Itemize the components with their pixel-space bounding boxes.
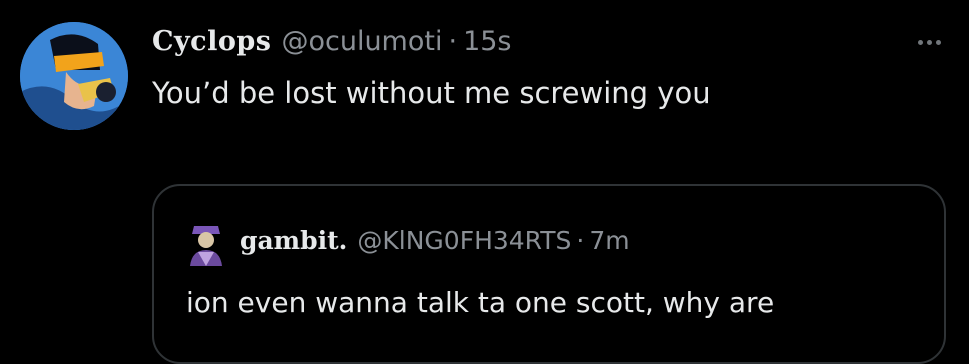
quoted-avatar[interactable] <box>184 222 228 266</box>
more-dot <box>936 40 941 45</box>
avatar[interactable] <box>20 22 128 130</box>
quoted-timestamp[interactable]: 7m <box>589 226 629 255</box>
quoted-separator-dot: · <box>576 226 585 255</box>
quoted-tweet-text: ion even wanna talk ta one scott, why ar… <box>186 286 775 319</box>
tweet-header: Cyclops @oculumoti · 15s <box>152 26 512 66</box>
quoted-user-handle[interactable]: @KlNG0FH34RTS <box>357 226 571 255</box>
quoted-display-name[interactable]: gambit. <box>240 226 347 255</box>
display-name[interactable]: Cyclops <box>152 26 271 57</box>
timestamp[interactable]: 15s <box>463 26 511 57</box>
tweet[interactable]: Cyclops @oculumoti · 15s You’d be lost w… <box>0 0 969 364</box>
more-dot <box>927 40 932 45</box>
tweet-text: You’d be lost without me screwing you <box>152 76 711 110</box>
cyclops-avatar-image <box>20 22 128 130</box>
gambit-avatar-image <box>190 226 222 266</box>
user-handle[interactable]: @oculumoti <box>281 26 442 57</box>
quoted-tweet-card[interactable]: gambit. @KlNG0FH34RTS · 7m ion even wann… <box>152 184 946 364</box>
more-dot <box>918 40 923 45</box>
more-horizontal-icon[interactable] <box>918 40 941 45</box>
separator-dot: · <box>448 26 458 57</box>
quoted-tweet-header: gambit. @KlNG0FH34RTS · 7m <box>240 226 630 255</box>
